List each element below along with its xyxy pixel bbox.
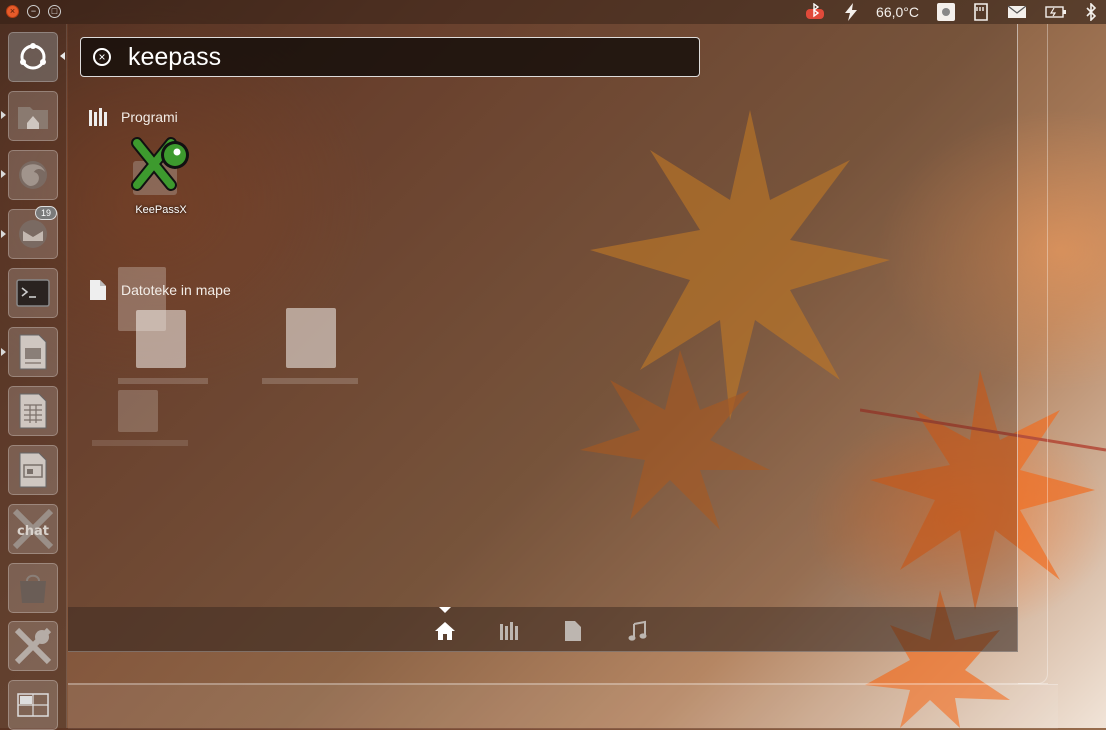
lens-applications[interactable] — [497, 619, 521, 643]
unread-count-badge: 19 — [34, 206, 57, 220]
launcher-item-libreoffice-calc[interactable] — [8, 386, 58, 436]
running-pip — [1, 111, 6, 119]
indicator-area: 66,0°C — [795, 0, 1106, 24]
software-center-icon — [20, 574, 46, 603]
temperature-value: 66,0°C — [876, 4, 919, 20]
weather-indicator[interactable] — [937, 3, 955, 21]
thunderbird-icon — [19, 220, 47, 248]
top-panel: × − □ 66,0°C — [0, 0, 1106, 24]
lightning-icon — [845, 3, 858, 21]
launcher-item-xchat[interactable]: chat — [8, 504, 58, 554]
running-pip — [1, 348, 6, 356]
window-minimize-button[interactable]: − — [27, 5, 40, 18]
bluetooth-icon — [1086, 3, 1097, 21]
weather-icon — [937, 3, 955, 21]
terminal-icon — [16, 279, 50, 307]
bluetooth-status-indicator[interactable] — [804, 3, 826, 21]
xchat-text: chat — [17, 524, 49, 539]
file-icon — [565, 621, 581, 641]
applications-icon — [500, 622, 518, 640]
calc-icon — [19, 393, 47, 429]
lens-home[interactable] — [433, 619, 457, 643]
bluetooth-mouse-icon — [806, 3, 825, 19]
memory-card-icon — [974, 3, 988, 21]
launcher-item-firefox[interactable] — [8, 150, 58, 200]
search-field[interactable]: × keepass — [80, 37, 700, 77]
file-label-placeholder — [118, 378, 208, 384]
dash-panel — [68, 24, 1018, 652]
music-icon — [628, 620, 647, 641]
ubuntu-logo-icon — [20, 43, 46, 70]
xchat-icon: chat — [12, 509, 54, 549]
clear-search-icon[interactable]: × — [93, 48, 111, 66]
home-folder-icon — [18, 107, 48, 129]
file-result-placeholder[interactable] — [118, 390, 158, 432]
lens-bar — [68, 607, 1018, 652]
result-keepassx[interactable]: KeePassX — [125, 135, 197, 216]
home-icon — [435, 622, 455, 640]
file-result-placeholder[interactable] — [286, 308, 336, 368]
running-pip — [1, 230, 6, 238]
launcher-active-pip — [60, 52, 65, 60]
launcher-item-home-folder[interactable] — [8, 91, 58, 141]
active-lens-indicator — [439, 607, 451, 613]
launcher-item-keepassx[interactable] — [8, 621, 58, 671]
window-maximize-button[interactable]: □ — [48, 5, 61, 18]
launcher-item-workspace-switcher[interactable] — [8, 680, 58, 730]
writer-icon — [19, 334, 47, 370]
launcher-item-libreoffice-impress[interactable] — [8, 445, 58, 495]
launcher-item-terminal[interactable] — [8, 268, 58, 318]
file-result-placeholder[interactable] — [136, 310, 186, 368]
section-header-applications: Programi — [87, 106, 178, 128]
keepassx-app-icon — [131, 137, 189, 195]
search-input-text[interactable]: keepass — [128, 43, 221, 72]
running-pip — [1, 170, 6, 178]
battery-icon — [1045, 6, 1066, 18]
window-close-button[interactable]: × — [6, 5, 19, 18]
launcher-item-software-center[interactable] — [8, 563, 58, 613]
file-category-icon — [87, 279, 109, 301]
lens-files[interactable] — [561, 619, 585, 643]
envelope-icon — [1007, 5, 1027, 18]
sd-card-indicator[interactable] — [973, 3, 989, 21]
file-label-placeholder — [262, 378, 358, 384]
launcher-item-dash-home[interactable] — [8, 32, 58, 82]
dash-frame-edge — [1018, 24, 1048, 684]
file-label-placeholder — [92, 440, 188, 446]
keepassx-icon — [14, 627, 52, 665]
bottom-panel — [68, 684, 1058, 729]
bluetooth-indicator[interactable] — [1085, 3, 1097, 21]
dash-frame-bottom — [68, 652, 1048, 684]
firefox-icon — [19, 161, 47, 189]
lens-music[interactable] — [625, 619, 649, 643]
temperature-indicator[interactable]: 66,0°C — [876, 4, 919, 20]
workspaces-icon — [17, 693, 49, 717]
launcher-item-thunderbird[interactable]: 19 — [8, 206, 58, 259]
launcher-item-libreoffice-writer[interactable] — [8, 327, 58, 377]
keepassx-label: KeePassX — [135, 204, 187, 216]
battery-indicator[interactable] — [1045, 5, 1067, 19]
impress-icon — [19, 452, 47, 488]
launcher: 19 chat — [0, 24, 67, 730]
section-title-applications: Programi — [121, 109, 178, 125]
power-indicator[interactable] — [844, 3, 858, 21]
applications-category-icon — [87, 106, 109, 128]
mail-indicator[interactable] — [1007, 5, 1027, 19]
